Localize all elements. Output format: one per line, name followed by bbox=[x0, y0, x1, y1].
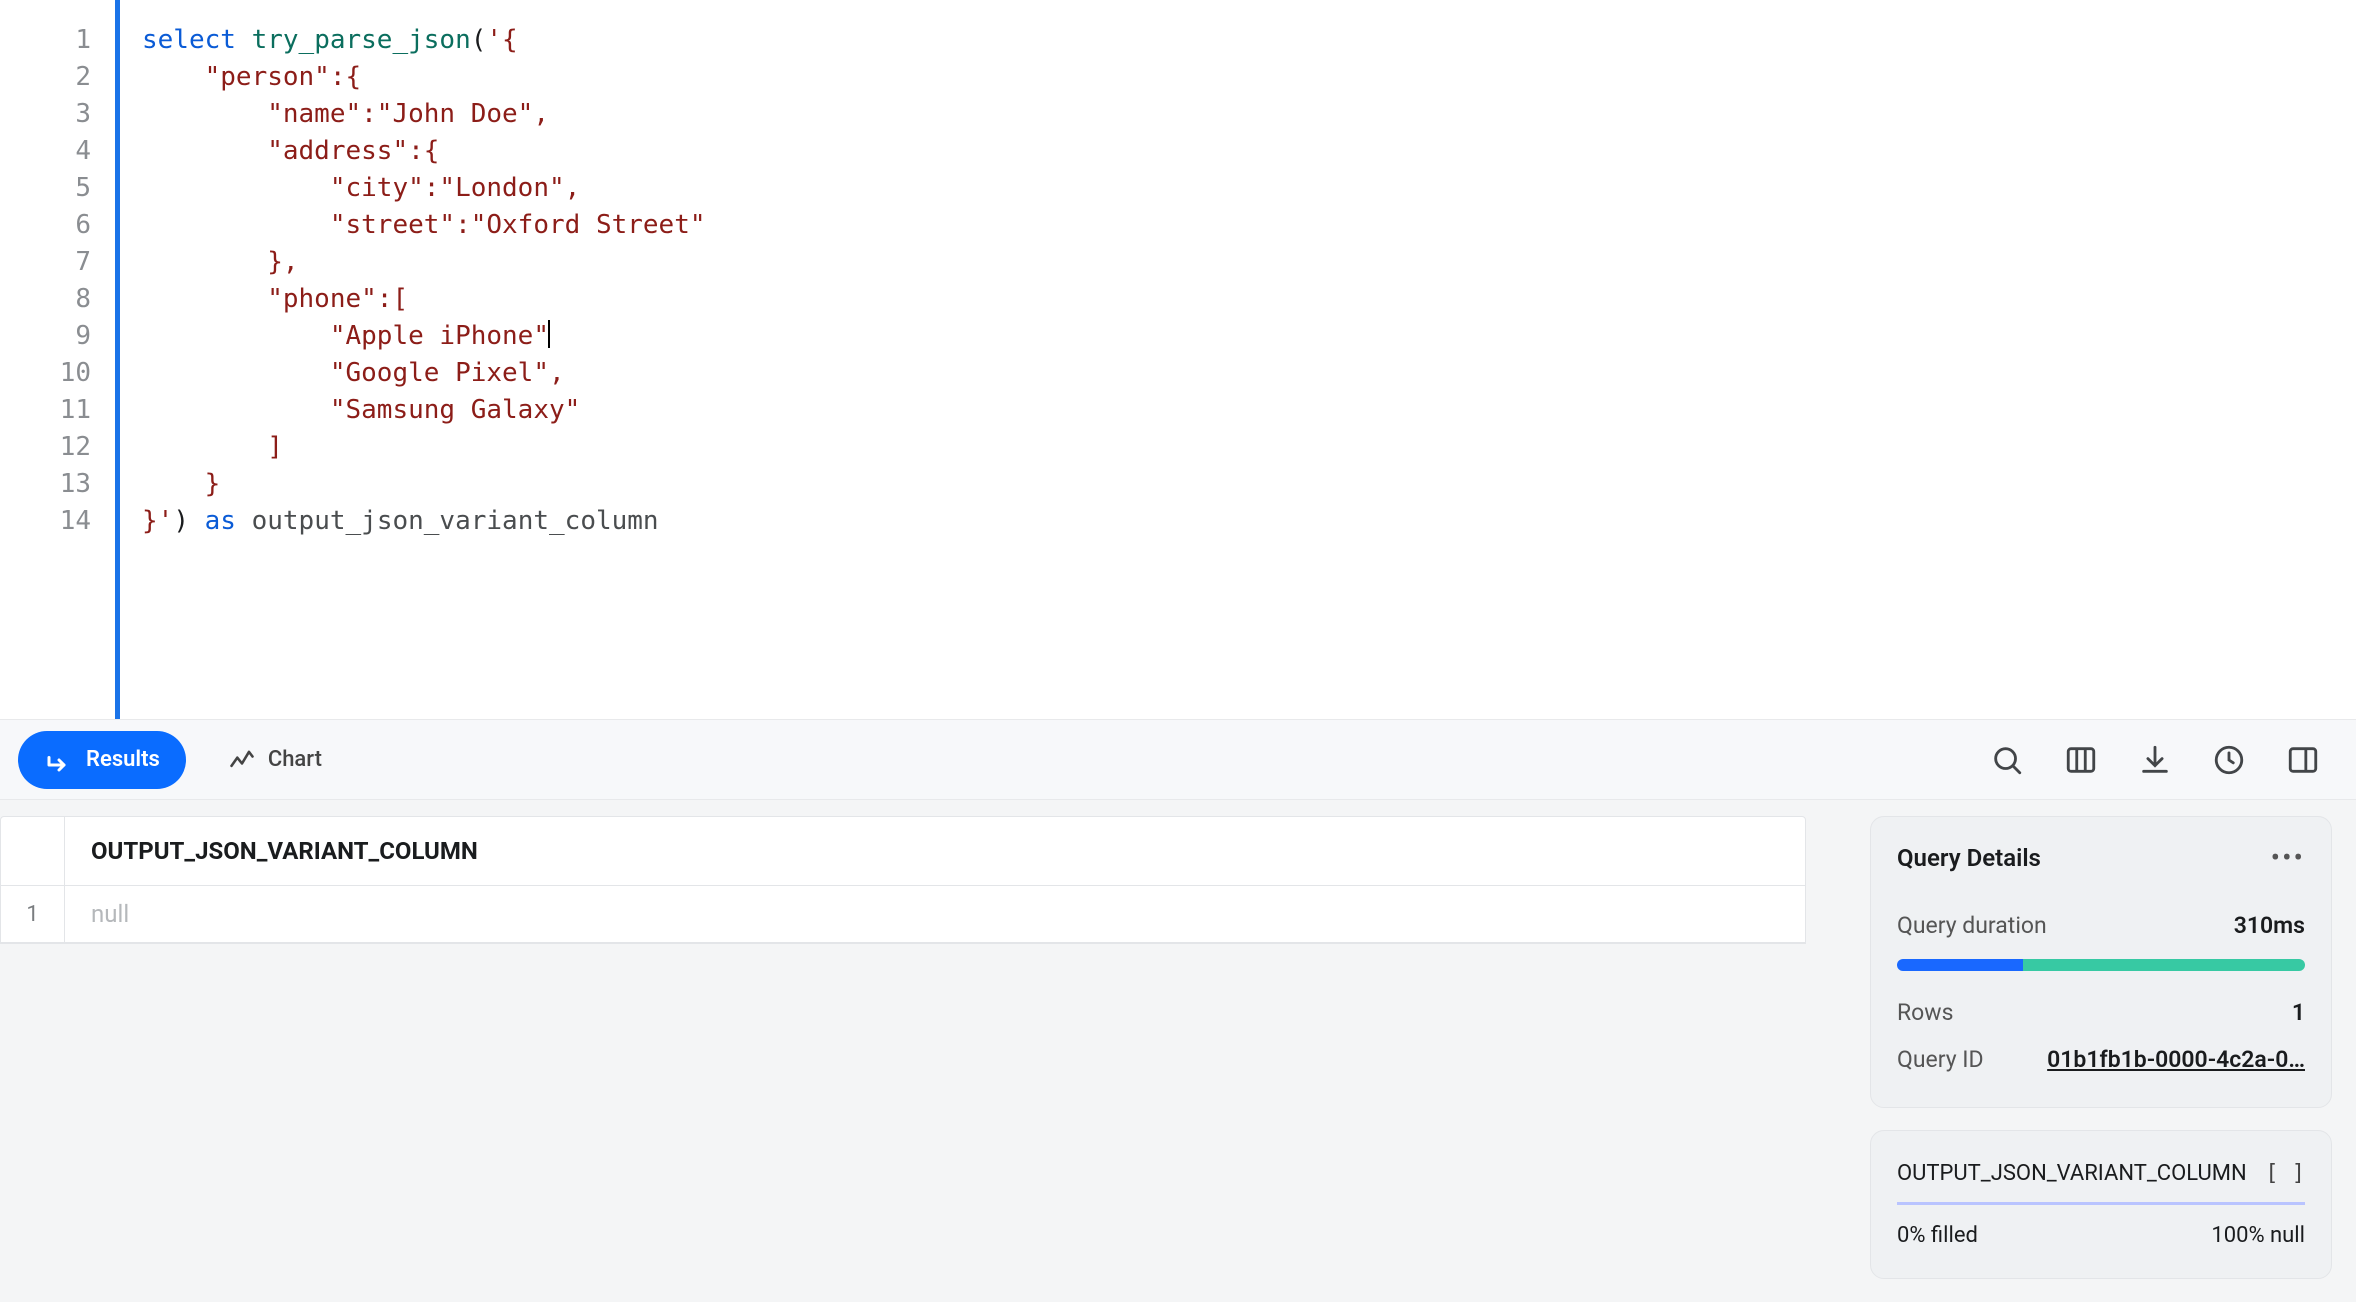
line-number: 11 bbox=[0, 392, 91, 429]
search-icon[interactable] bbox=[1990, 743, 2024, 777]
line-number-gutter: 1234567891011121314 bbox=[0, 0, 120, 719]
line-number: 10 bbox=[0, 355, 91, 392]
column-type-chip: [ ] bbox=[2265, 1161, 2305, 1186]
columns-icon[interactable] bbox=[2064, 743, 2098, 777]
panel-toggle-icon[interactable] bbox=[2286, 743, 2320, 777]
results-table[interactable]: OUTPUT_JSON_VARIANT_COLUMN 1 null bbox=[0, 816, 1806, 944]
query-id-value[interactable]: 01b1fb1b-0000-4c2a-0… bbox=[2047, 1046, 2305, 1073]
duration-progress-bar bbox=[1897, 959, 2305, 971]
line-number: 4 bbox=[0, 133, 91, 170]
function-name: try_parse_json bbox=[252, 25, 471, 55]
table-header-row: OUTPUT_JSON_VARIANT_COLUMN bbox=[1, 817, 1805, 886]
fill-bar bbox=[1897, 1202, 2305, 1205]
rows-label: Rows bbox=[1897, 999, 1953, 1026]
tab-results-label: Results bbox=[86, 747, 160, 772]
line-number: 7 bbox=[0, 244, 91, 281]
results-pane: OUTPUT_JSON_VARIANT_COLUMN 1 null Query … bbox=[0, 800, 2356, 1302]
code-content[interactable]: select try_parse_json('{ "person":{ "nam… bbox=[120, 0, 706, 719]
line-number: 14 bbox=[0, 503, 91, 540]
row-number-cell: 1 bbox=[1, 886, 65, 942]
results-table-area: OUTPUT_JSON_VARIANT_COLUMN 1 null bbox=[0, 800, 1846, 1302]
tab-chart-label: Chart bbox=[268, 747, 322, 772]
line-number: 9 bbox=[0, 318, 91, 355]
tab-results[interactable]: Results bbox=[18, 731, 186, 789]
rows-value: 1 bbox=[2292, 999, 2305, 1026]
output-alias: output_json_variant_column bbox=[252, 506, 659, 536]
column-stats-card: OUTPUT_JSON_VARIANT_COLUMN [ ] 0% filled… bbox=[1870, 1130, 2332, 1279]
cell-value[interactable]: null bbox=[65, 886, 1805, 942]
row-number-header bbox=[1, 817, 65, 885]
query-id-label: Query ID bbox=[1897, 1046, 1984, 1073]
null-label: 100% null bbox=[2211, 1223, 2305, 1248]
filled-label: 0% filled bbox=[1897, 1223, 1978, 1248]
results-toolbar: Results Chart bbox=[0, 720, 2356, 800]
query-details-panel: Query Details ••• Query duration 310ms R… bbox=[1846, 800, 2356, 1302]
line-number: 8 bbox=[0, 281, 91, 318]
column-header[interactable]: OUTPUT_JSON_VARIANT_COLUMN bbox=[65, 817, 1805, 885]
keyword-select: select bbox=[142, 25, 236, 55]
return-arrow-icon bbox=[44, 745, 74, 775]
column-stats-name: OUTPUT_JSON_VARIANT_COLUMN bbox=[1897, 1161, 2247, 1186]
query-details-card: Query Details ••• Query duration 310ms R… bbox=[1870, 816, 2332, 1108]
query-details-title: Query Details bbox=[1897, 844, 2041, 872]
duration-label: Query duration bbox=[1897, 912, 2047, 939]
text-cursor bbox=[548, 320, 550, 348]
line-number: 12 bbox=[0, 429, 91, 466]
tab-chart[interactable]: Chart bbox=[210, 746, 340, 774]
chart-line-icon bbox=[228, 746, 256, 774]
line-number: 1 bbox=[0, 22, 91, 59]
table-row[interactable]: 1 null bbox=[1, 886, 1805, 943]
line-number: 13 bbox=[0, 466, 91, 503]
line-number: 6 bbox=[0, 207, 91, 244]
duration-value: 310ms bbox=[2234, 912, 2305, 939]
more-icon[interactable]: ••• bbox=[2271, 841, 2305, 874]
history-icon[interactable] bbox=[2212, 743, 2246, 777]
keyword-as: as bbox=[205, 506, 236, 536]
code-editor[interactable]: 1234567891011121314 select try_parse_jso… bbox=[0, 0, 2356, 720]
download-icon[interactable] bbox=[2138, 743, 2172, 777]
line-number: 2 bbox=[0, 59, 91, 96]
line-number: 5 bbox=[0, 170, 91, 207]
line-number: 3 bbox=[0, 96, 91, 133]
